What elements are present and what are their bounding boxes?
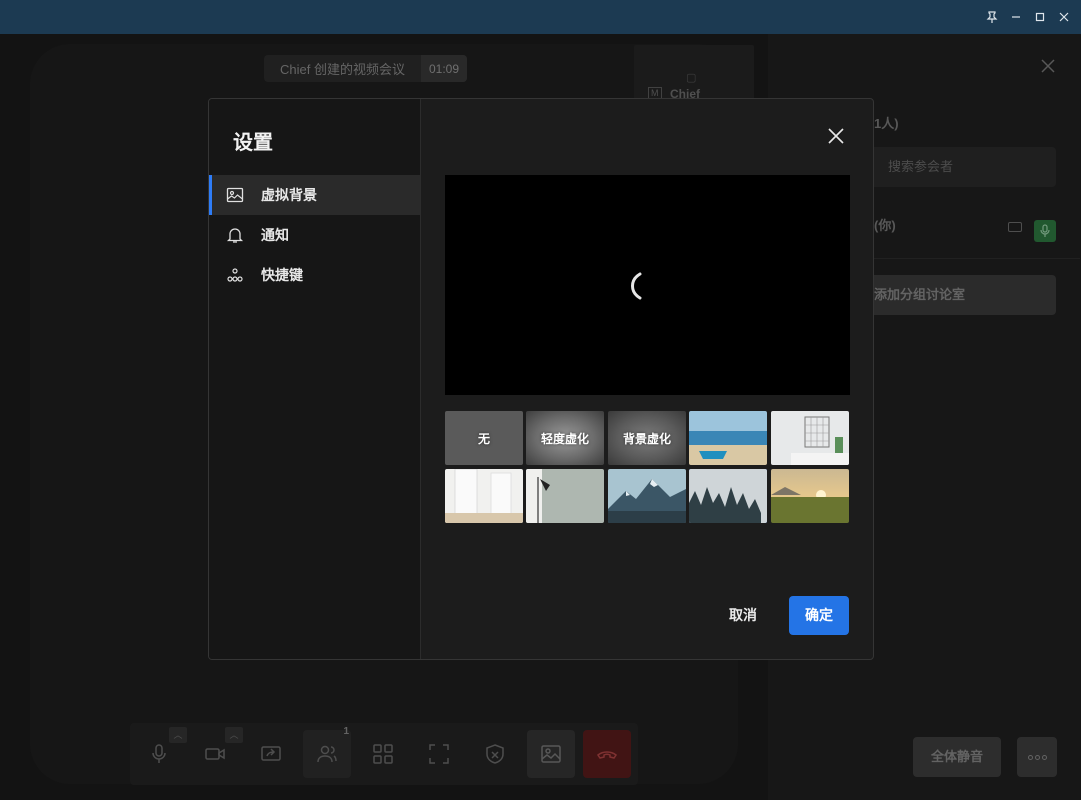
background-mountain-peaks[interactable]: [608, 469, 686, 523]
nav-item-shortcuts[interactable]: 快捷键: [209, 255, 420, 295]
minimize-icon[interactable]: [1007, 8, 1025, 26]
nav-item-label: 快捷键: [261, 267, 303, 283]
background-beach-scene[interactable]: [689, 411, 767, 465]
background-foggy-forest[interactable]: [689, 469, 767, 523]
maximize-icon[interactable]: [1031, 8, 1049, 26]
camera-preview: [445, 175, 850, 395]
cancel-button[interactable]: 取消: [709, 596, 777, 634]
background-light-blur-label: 轻度虚化: [540, 431, 589, 446]
background-blur[interactable]: 背景虚化: [608, 411, 686, 465]
close-icon[interactable]: [1055, 8, 1073, 26]
pin-icon[interactable]: [983, 8, 1001, 26]
nav-item-label: 通知: [261, 227, 289, 243]
title-bar: [0, 0, 1081, 34]
dialog-close-icon[interactable]: [827, 127, 845, 145]
background-none[interactable]: 无: [445, 411, 523, 465]
background-light-blur[interactable]: 轻度虚化: [526, 411, 604, 465]
background-white-hallway[interactable]: [445, 469, 523, 523]
shortcut-icon: [225, 265, 245, 285]
background-blur-label: 背景虚化: [622, 431, 671, 446]
bell-icon: [225, 225, 245, 245]
loading-spinner-icon: [631, 272, 642, 300]
image-icon: [225, 185, 245, 205]
background-none-label: 无: [477, 431, 490, 446]
background-options: 无 轻度虚化 背景虚化: [445, 411, 850, 523]
nav-item-virtual-background[interactable]: 虚拟背景: [209, 175, 420, 215]
background-white-room-shelf[interactable]: [771, 411, 849, 465]
nav-item-notifications[interactable]: 通知: [209, 215, 420, 255]
background-lamp-wall[interactable]: [526, 469, 604, 523]
background-sunset-field[interactable]: [771, 469, 849, 523]
confirm-button[interactable]: 确定: [789, 596, 849, 635]
settings-title: 设置: [233, 132, 273, 154]
settings-dialog: 设置 虚拟背景 通知 快捷键 无 轻度虚化 背景虚化 取消 确定: [208, 98, 874, 660]
nav-item-label: 虚拟背景: [261, 187, 317, 203]
settings-sidebar: 设置 虚拟背景 通知 快捷键: [209, 99, 421, 659]
